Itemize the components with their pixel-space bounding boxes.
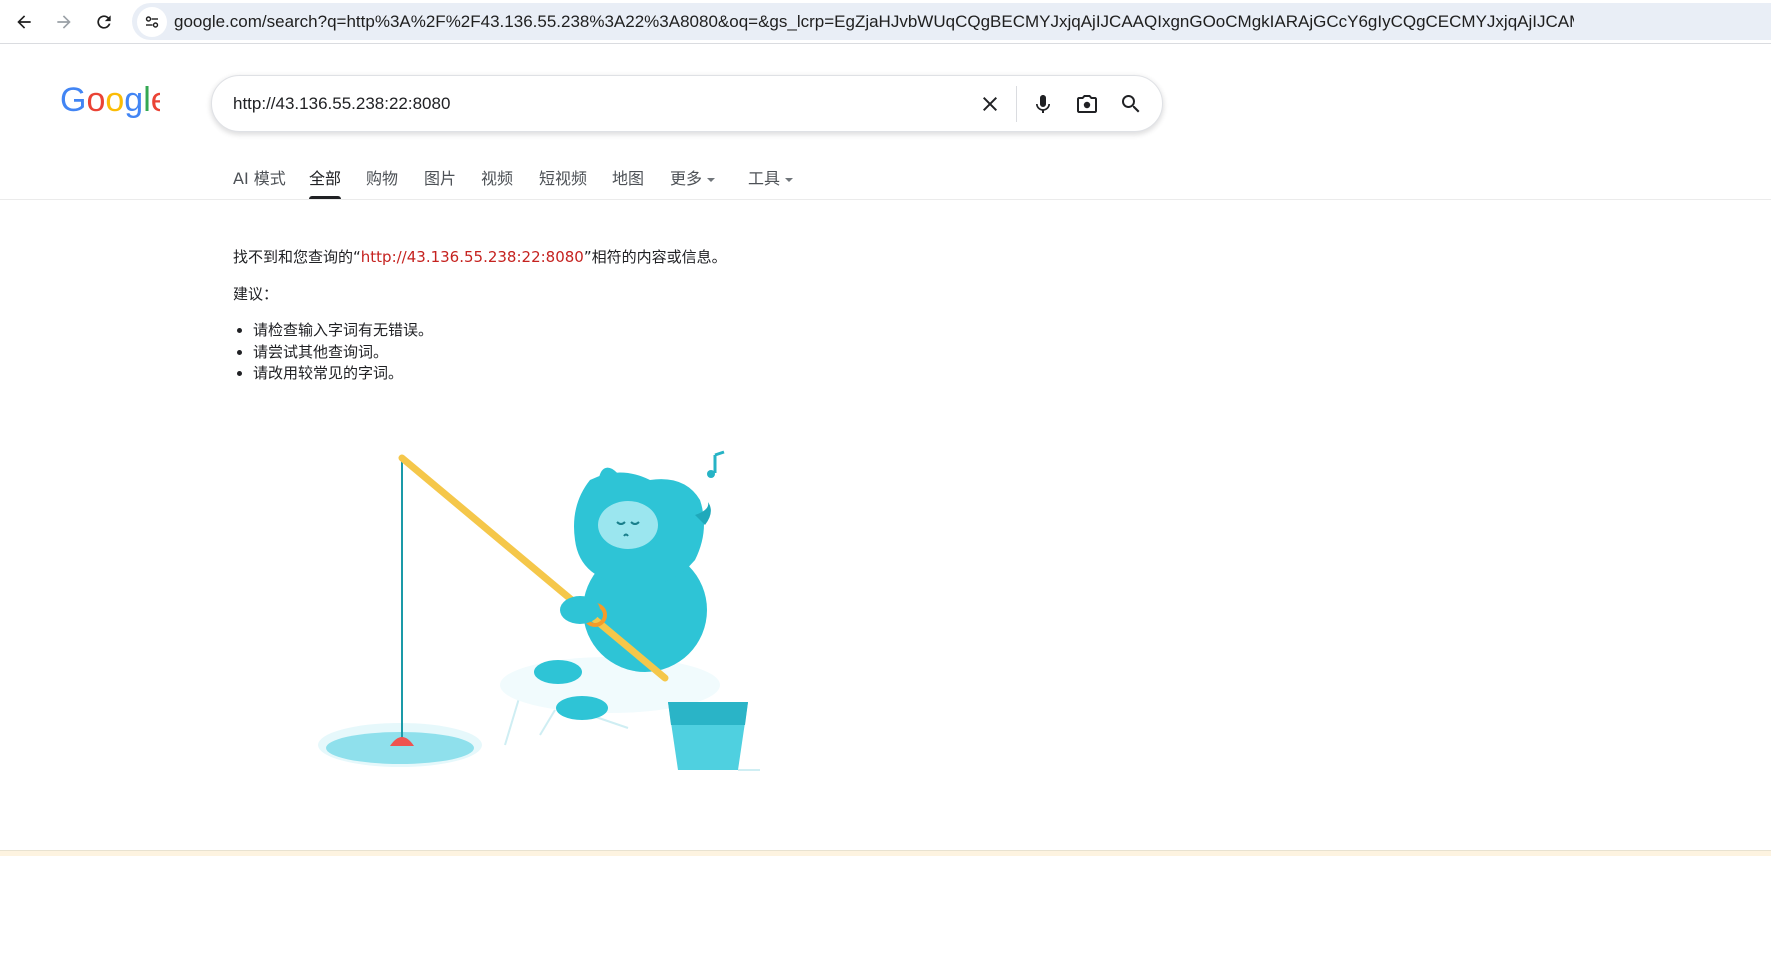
no-results-message: 找不到和您查询的“http://43.136.55.238:22:8080”相符… bbox=[233, 246, 727, 268]
bottom-notification-strip bbox=[0, 850, 1771, 856]
close-icon bbox=[983, 97, 997, 111]
search-tabs: AI 模式 全部 购物 图片 视频 短视频 地图 更多 工具 bbox=[0, 150, 1771, 200]
tab-videos[interactable]: 视频 bbox=[481, 165, 513, 189]
address-bar[interactable]: google.com/search?q=http%3A%2F%2F43.136.… bbox=[132, 3, 1771, 40]
fishing-monster-illustration bbox=[318, 450, 760, 771]
tab-ai-mode[interactable]: AI 模式 bbox=[233, 165, 286, 189]
no-results-query: http://43.136.55.238:22:8080 bbox=[360, 248, 584, 266]
google-logo[interactable]: Google bbox=[60, 80, 160, 120]
image-search-button[interactable] bbox=[1071, 88, 1103, 120]
music-note-icon bbox=[707, 450, 725, 478]
ice-crack bbox=[504, 694, 521, 746]
tab-shopping[interactable]: 购物 bbox=[366, 165, 398, 189]
tab-all[interactable]: 全部 bbox=[309, 165, 341, 189]
clear-button[interactable] bbox=[974, 88, 1006, 120]
forward-button[interactable] bbox=[48, 6, 80, 38]
suggestion-item: 请改用较常见的字词。 bbox=[253, 363, 433, 385]
svg-text:Google: Google bbox=[60, 81, 160, 119]
search-input[interactable] bbox=[233, 90, 953, 118]
tab-maps[interactable]: 地图 bbox=[612, 165, 644, 189]
search-divider bbox=[1016, 86, 1017, 122]
creature-arm bbox=[560, 596, 600, 624]
active-tab-indicator bbox=[309, 196, 341, 199]
browser-toolbar: google.com/search?q=http%3A%2F%2F43.136.… bbox=[0, 0, 1771, 44]
back-button[interactable] bbox=[8, 6, 40, 38]
reload-button[interactable] bbox=[88, 6, 120, 38]
suggestions-list: 请检查输入字词有无错误。 请尝试其他查询词。 请改用较常见的字词。 bbox=[253, 320, 433, 385]
creature-foot bbox=[556, 696, 608, 720]
ice-crack bbox=[539, 709, 556, 736]
site-info-button[interactable] bbox=[137, 6, 167, 37]
suggestion-item: 请检查输入字词有无错误。 bbox=[253, 320, 433, 342]
search-button[interactable] bbox=[1115, 88, 1147, 120]
lens-camera-icon bbox=[1077, 95, 1097, 113]
arrow-right-icon bbox=[57, 15, 71, 29]
tab-images[interactable]: 图片 bbox=[424, 165, 456, 189]
tab-more-label: 更多 bbox=[670, 169, 703, 188]
microphone-icon bbox=[1036, 95, 1050, 113]
tab-tools-label: 工具 bbox=[748, 169, 781, 188]
url-text[interactable]: google.com/search?q=http%3A%2F%2F43.136.… bbox=[174, 12, 1574, 32]
tune-icon bbox=[145, 15, 159, 28]
reload-icon bbox=[97, 15, 111, 29]
bucket-water bbox=[668, 702, 748, 725]
no-results-prefix: 找不到和您查询的“ bbox=[233, 248, 361, 266]
no-results-suffix: ”相符的内容或信息。 bbox=[583, 248, 727, 266]
search-box bbox=[211, 75, 1163, 132]
search-icon bbox=[1122, 95, 1140, 113]
ice-hole-water bbox=[326, 732, 474, 764]
caret-down-icon bbox=[707, 177, 716, 182]
creature-foot bbox=[534, 660, 582, 684]
tab-tools[interactable]: 工具 bbox=[748, 165, 794, 189]
suggestions-title: 建议： bbox=[233, 285, 279, 303]
voice-search-button[interactable] bbox=[1027, 88, 1059, 120]
tab-short-videos[interactable]: 短视频 bbox=[539, 165, 587, 189]
suggestion-item: 请尝试其他查询词。 bbox=[253, 342, 433, 364]
arrow-left-icon bbox=[17, 15, 31, 29]
creature-face bbox=[598, 501, 658, 549]
tab-more[interactable]: 更多 bbox=[670, 165, 716, 189]
caret-down-icon bbox=[785, 177, 794, 182]
